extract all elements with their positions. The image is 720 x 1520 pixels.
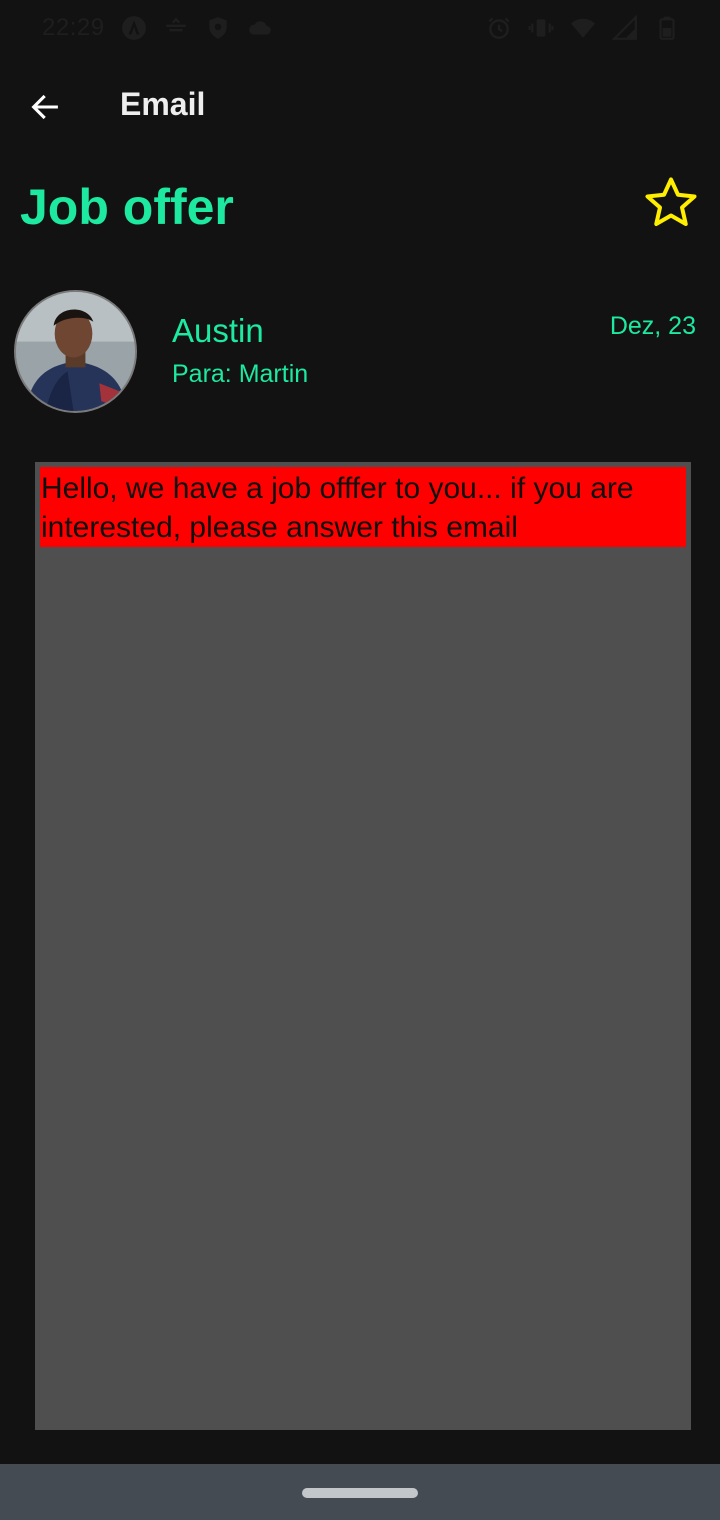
status-bar: 22:29 (0, 0, 720, 56)
star-outline-icon (645, 177, 697, 226)
back-button[interactable] (20, 82, 70, 132)
app-bar: Email (0, 56, 720, 156)
email-body-text: Hello, we have a job offfer to you... if… (40, 467, 686, 547)
wifi-icon (570, 15, 596, 41)
favorite-button[interactable] (640, 172, 702, 234)
recipient-label: Para: Martin (172, 360, 309, 388)
home-gesture-handle[interactable] (302, 1488, 418, 1498)
status-time: 22:29 (42, 14, 105, 41)
sender-name: Austin (172, 312, 264, 349)
android-icon (121, 15, 147, 41)
battery-icon (654, 15, 680, 41)
navigation-bar (0, 1464, 720, 1520)
cloud-icon (247, 15, 273, 41)
status-right (486, 15, 680, 41)
email-subject: Job offer (20, 179, 234, 235)
email-detail-screen: 22:29 Email Job offer Austin Para: Marti… (0, 0, 720, 1520)
vibrate-icon (528, 15, 554, 41)
debug-icon (163, 15, 189, 41)
avatar-photo (16, 292, 135, 411)
app-title: Email (120, 86, 206, 122)
signal-icon (612, 15, 638, 41)
sender-avatar (14, 290, 137, 413)
alarm-icon (486, 15, 512, 41)
status-left: 22:29 (42, 14, 273, 42)
shield-icon (205, 15, 231, 41)
email-body-container[interactable]: Hello, we have a job offfer to you... if… (35, 462, 691, 1430)
email-date: Dez, 23 (609, 312, 696, 340)
arrow-left-icon (31, 94, 58, 120)
